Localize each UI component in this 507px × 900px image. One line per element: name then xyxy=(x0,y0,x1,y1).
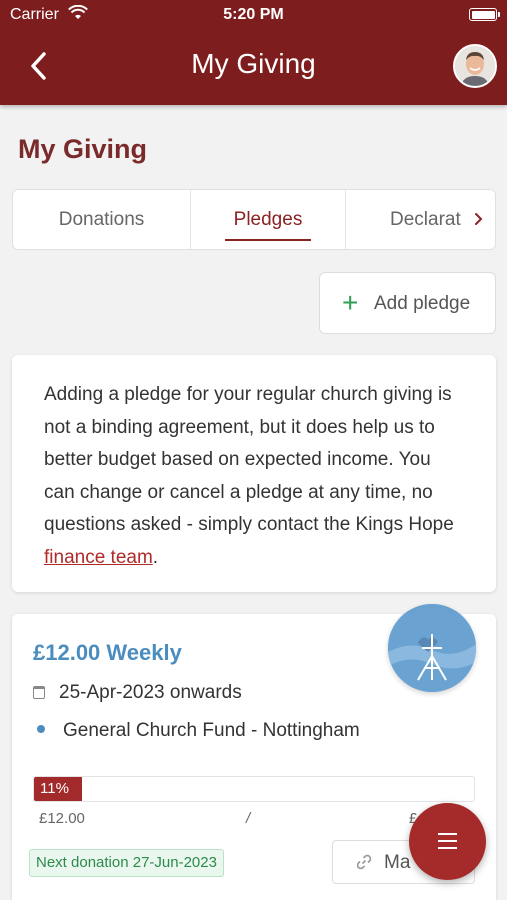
add-pledge-label: Add pledge xyxy=(374,293,471,314)
info-text: Adding a pledge for your regular church … xyxy=(44,384,454,535)
church-logo-icon xyxy=(388,604,476,692)
tab-scroll-right-button[interactable] xyxy=(463,190,495,249)
app-header: Carrier 5:20 PM My Giving xyxy=(0,0,507,105)
manage-label: Ma xyxy=(384,852,411,873)
status-bar: Carrier 5:20 PM xyxy=(0,0,507,30)
page-title: My Giving xyxy=(18,134,148,164)
progress-separator: / xyxy=(246,810,251,827)
finance-team-link[interactable]: finance team xyxy=(44,547,153,568)
tab-bar: Donations Pledges Declarat xyxy=(12,189,496,250)
link-icon xyxy=(356,854,372,870)
menu-button[interactable] xyxy=(409,803,486,880)
pledge-amount: £12.00 Weekly xyxy=(33,640,182,665)
progress-fill: 11% xyxy=(34,777,83,801)
pledge-fund-row: General Church Fund - Nottingham xyxy=(33,720,360,742)
pledge-fund: General Church Fund - Nottingham xyxy=(63,720,360,741)
tab-pledges[interactable]: Pledges xyxy=(191,190,346,249)
add-pledge-button[interactable]: + Add pledge xyxy=(319,272,496,334)
nav-title: My Giving xyxy=(191,48,316,79)
next-donation-badge: Next donation 27-Jun-2023 xyxy=(29,849,224,877)
church-logo xyxy=(388,604,476,692)
tab-donations[interactable]: Donations xyxy=(13,190,191,249)
pledge-start-date: 25-Apr-2023 onwards xyxy=(59,682,242,703)
clock: 5:20 PM xyxy=(223,6,284,23)
plus-icon: + xyxy=(342,287,359,318)
menu-icon xyxy=(438,833,457,835)
calendar-icon xyxy=(33,686,45,699)
chevron-right-icon xyxy=(475,213,483,225)
progress-from: £12.00 xyxy=(39,810,85,827)
pledge-start-row: 25-Apr-2023 onwards xyxy=(33,682,242,704)
pledge-progress-bar: 11% xyxy=(33,776,475,802)
info-suffix: . xyxy=(152,546,159,568)
avatar[interactable] xyxy=(453,44,497,88)
fund-dot-icon xyxy=(37,725,45,733)
user-avatar-icon xyxy=(455,46,495,86)
battery-icon xyxy=(469,8,500,21)
pledge-info-card: Adding a pledge for your regular church … xyxy=(12,355,496,592)
